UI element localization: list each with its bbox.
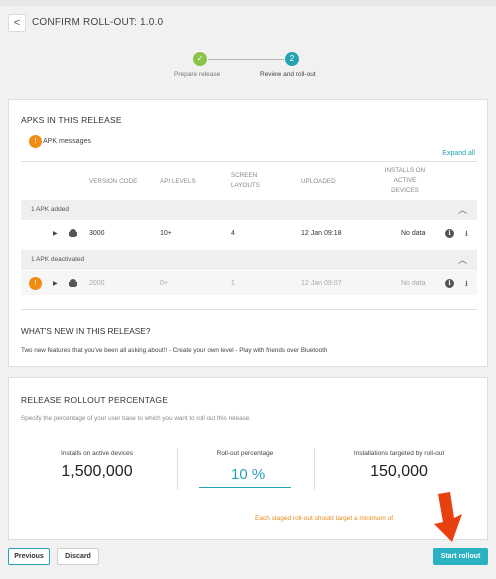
chevron-left-icon: < [13, 17, 21, 29]
group-header-added[interactable]: 1 APK added ︿ [21, 200, 477, 220]
cell-api-levels: 10+ [160, 230, 172, 237]
expand-all-link[interactable]: Expand all [442, 150, 475, 157]
cell-installs: No data [401, 280, 426, 287]
previous-button[interactable]: Previous [8, 548, 50, 565]
chevron-up-icon[interactable]: ︿ [458, 203, 467, 216]
table-top-divider [21, 161, 477, 162]
rollout-card: RELEASE ROLLOUT PERCENTAGE Specify the p… [8, 377, 488, 540]
cell-uploaded: 12 Jan 09:07 [301, 280, 342, 287]
whats-new-title: WHAT'S NEW IN THIS RELEASE? [21, 326, 151, 336]
info-icon[interactable]: i [445, 229, 454, 238]
cell-uploaded: 12 Jan 09:18 [301, 230, 342, 237]
group-label: 1 APK added [31, 206, 69, 213]
stat-divider [177, 448, 178, 490]
android-icon [69, 229, 77, 238]
apk-messages-link[interactable]: APK messages [43, 138, 91, 145]
info-icon[interactable]: i [445, 279, 454, 288]
page-title: CONFIRM ROLL-OUT: 1.0.0 [32, 17, 164, 28]
cell-version-code: 2000 [89, 280, 105, 287]
rollout-pct-label: Roll-out percentage [216, 450, 274, 457]
download-icon[interactable]: ⭳ [465, 278, 468, 292]
apk-warning-icon[interactable]: ! [29, 277, 42, 290]
group-header-deactivated[interactable]: 1 APK deactivated ︿ [21, 250, 477, 270]
step-2-indicator: 2 [285, 52, 299, 66]
col-uploaded: UPLOADED [301, 178, 336, 185]
cell-version-code: 3000 [89, 230, 105, 237]
rollout-section-title: RELEASE ROLLOUT PERCENTAGE [21, 395, 169, 405]
apk-messages-warning-icon: ! [29, 135, 42, 148]
col-screen-layouts-line2: LAYOUTS [231, 182, 260, 189]
col-installs-line3: DEVICES [391, 187, 419, 194]
rollout-description: Specify the percentage of your user base… [21, 415, 251, 422]
targeted-label: Installations targeted by roll-out [353, 450, 445, 457]
col-screen-layouts-line1: SCREEN [231, 172, 258, 179]
col-api-levels: API LEVELS [160, 178, 196, 185]
rollout-pct-underline [199, 487, 291, 488]
cell-installs: No data [401, 230, 426, 237]
apks-section-title: APKS IN THIS RELEASE [21, 115, 122, 125]
rollout-pct-input[interactable]: 10 % [231, 466, 265, 483]
caret-right-icon[interactable]: ▶ [53, 280, 58, 287]
col-installs-line2: ACTIVE [393, 177, 417, 184]
back-button[interactable]: < [8, 14, 26, 32]
start-rollout-button[interactable]: Start rollout [433, 548, 488, 565]
stat-divider [314, 448, 315, 490]
step-2-label: Review and roll-out [260, 71, 316, 78]
col-version-code: VERSION CODE [89, 178, 138, 185]
red-arrow-pointer-icon [434, 492, 462, 542]
discard-button[interactable]: Discard [57, 548, 99, 565]
targeted-value: 150,000 [370, 463, 428, 480]
android-icon [69, 279, 77, 288]
col-installs-line1: INSTALLS ON [384, 167, 426, 174]
installs-value: 1,500,000 [61, 463, 133, 480]
group-label: 1 APK deactivated [31, 256, 85, 263]
cell-screen-layouts: 1 [231, 280, 235, 287]
step-1-label[interactable]: Prepare release [174, 71, 220, 78]
stepper-connector [208, 59, 284, 60]
installs-label: Installs on active devices [61, 450, 133, 457]
chevron-up-icon[interactable]: ︿ [458, 253, 467, 266]
caret-right-icon[interactable]: ▶ [53, 230, 58, 237]
whats-new-text: Two new features that you've been all as… [21, 347, 328, 354]
step-1-check-icon: ✓ [193, 52, 207, 66]
rollout-warning: Each staged roll-out should target a min… [255, 515, 394, 522]
cell-api-levels: 0+ [160, 280, 168, 287]
table-bottom-divider [21, 309, 477, 310]
cell-screen-layouts: 4 [231, 230, 235, 237]
apks-card: APKS IN THIS RELEASE ! APK messages Expa… [8, 99, 488, 367]
download-icon[interactable]: ⭳ [465, 228, 468, 242]
top-edge-strip [0, 0, 496, 6]
